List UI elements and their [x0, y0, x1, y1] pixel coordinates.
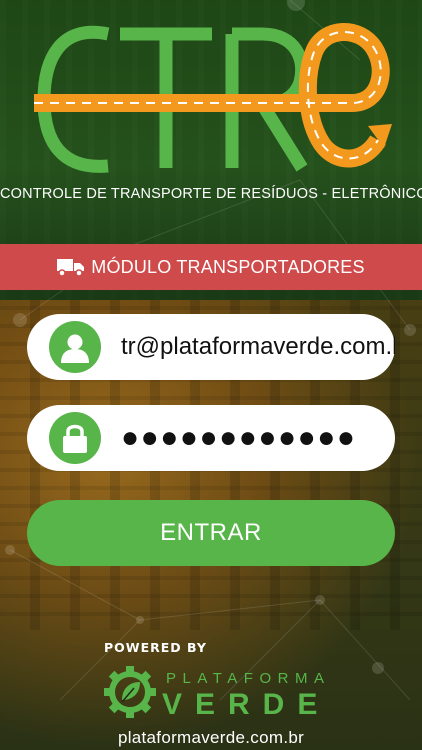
logo-subtitle: Controle de Transporte de Resíduos - Ele…	[0, 186, 422, 202]
logo-letter-r-bowl	[232, 27, 309, 111]
truck-icon	[57, 259, 85, 277]
brand-name-top: PLATAFORMA	[166, 670, 331, 687]
logo-letter-r-leg	[256, 100, 308, 172]
email-field[interactable]: tr@plataformaverde.com.br	[27, 314, 395, 380]
website-url[interactable]: plataformaverde.com.br	[0, 728, 422, 748]
email-input-value[interactable]: tr@plataformaverde.com.br	[121, 314, 395, 380]
lock-icon	[49, 412, 101, 464]
gear-leaf-icon	[104, 666, 156, 718]
brand-name-bottom: VERDE	[162, 688, 331, 721]
module-banner: MÓDULO TRANSPORTADORES	[0, 244, 422, 290]
module-label: MÓDULO TRANSPORTADORES	[91, 256, 365, 277]
user-icon	[49, 321, 101, 373]
password-field[interactable]: ●●●●●●●●●●●●	[27, 405, 395, 471]
powered-by-label: POWERED BY	[104, 640, 207, 655]
ctre-logo	[34, 23, 392, 173]
login-button[interactable]: ENTRAR	[27, 500, 395, 566]
password-input-value[interactable]: ●●●●●●●●●●●●	[121, 405, 395, 471]
plataforma-verde-logo: PLATAFORMA VERDE	[104, 664, 324, 724]
logo-road-e	[34, 23, 390, 168]
